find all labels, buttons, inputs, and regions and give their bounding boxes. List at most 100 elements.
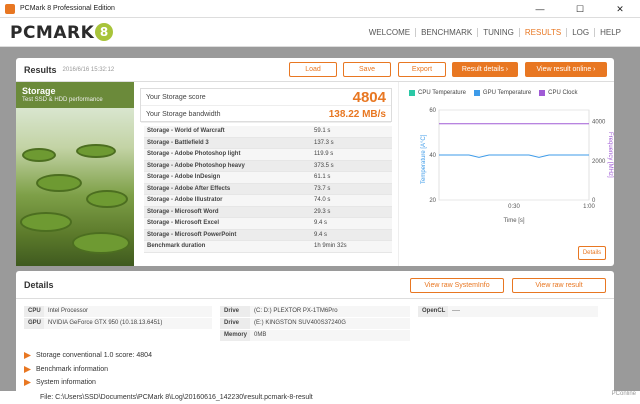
view-raw-result-button[interactable]: View raw result xyxy=(512,278,606,293)
collapsible-benchmark-info[interactable]: Benchmark information xyxy=(24,366,108,373)
results-date: 2016/6/16 15:32:12 xyxy=(62,66,115,73)
nav-help[interactable]: HELP xyxy=(594,28,626,37)
row-value: 9.4 s xyxy=(314,220,328,227)
expand-arrow-icon xyxy=(24,366,31,373)
y-axis-left-label: Temperature [A°C] xyxy=(421,134,427,184)
spec-key: CPU xyxy=(24,306,44,317)
collapsible-system-info[interactable]: System information xyxy=(24,379,96,386)
spec-value: Intel Processor xyxy=(44,306,212,317)
nav-tuning[interactable]: TUNING xyxy=(477,28,519,37)
spec-key: GPU xyxy=(24,318,44,329)
spec-memory: Memory 0MB xyxy=(220,330,410,341)
spec-opencl: OpenCL ---- xyxy=(418,306,598,317)
table-row: Storage - World of Warcraft 59.1 s xyxy=(144,126,392,138)
nav-welcome[interactable]: WELCOME xyxy=(364,28,415,37)
spec-drive-2: Drive (E:) KINGSTON SUV400S37240G xyxy=(220,318,410,329)
collapsible-label: Storage conventional 1.0 score: 4804 xyxy=(36,352,152,359)
nav-results[interactable]: RESULTS xyxy=(518,28,566,37)
spec-key: OpenCL xyxy=(418,306,448,317)
table-row: Storage - Microsoft PowerPoint 9.4 s xyxy=(144,229,392,241)
spec-value: ---- xyxy=(448,306,598,317)
spec-key: Drive xyxy=(220,318,250,329)
storage-bandwidth-value: 138.22 MB/s xyxy=(328,108,386,120)
row-value: 59.1 s xyxy=(314,128,331,135)
spec-value: (E:) KINGSTON SUV400S37240G xyxy=(250,318,410,329)
app-icon xyxy=(5,3,15,14)
y-axis-right-label: Frequency [MHz] xyxy=(607,132,613,178)
export-button[interactable]: Export xyxy=(398,62,446,77)
chart-details-button[interactable]: Details xyxy=(578,246,606,260)
table-row: Storage - Adobe Illustrator 74.0 s xyxy=(144,195,392,207)
row-value: 119.9 s xyxy=(314,151,334,158)
row-label: Storage - Adobe Photoshop heavy xyxy=(147,162,245,169)
logo-badge: 8 xyxy=(95,23,114,41)
x-tick-label: 0:30 xyxy=(508,204,520,210)
row-value: 73.7 s xyxy=(314,185,331,192)
results-title: Results xyxy=(24,64,57,75)
lily-pad xyxy=(76,144,116,158)
result-details-button[interactable]: Result details › xyxy=(452,62,518,77)
storage-bandwidth-label: Your Storage bandwidth xyxy=(146,110,221,118)
app-header: PCMARK 8 WELCOME BENCHMARK TUNING RESULTS… xyxy=(0,18,640,47)
x-tick-label: 1:00 xyxy=(583,204,595,210)
main-nav: WELCOME BENCHMARK TUNING RESULTS LOG HEL… xyxy=(364,18,626,47)
table-row: Benchmark duration 1h 9min 32s xyxy=(144,241,392,253)
nav-log[interactable]: LOG xyxy=(566,28,594,37)
x-axis-label: Time [s] xyxy=(503,218,524,224)
test-subtitle: Test SSD & HDD performance xyxy=(22,97,103,103)
table-row: Storage - Battlefield 3 137.3 s xyxy=(144,137,392,149)
title-bar: PCMark 8 Professional Edition — ☐ ✕ xyxy=(0,0,640,18)
spec-value: NVIDIA GeForce GTX 950 (10.18.13.6451) xyxy=(44,318,212,329)
watermark: PConline xyxy=(611,391,636,397)
nav-benchmark[interactable]: BENCHMARK xyxy=(415,28,477,37)
minimize-button[interactable]: — xyxy=(520,0,560,18)
spec-drive-1: Drive (C: D:) PLEXTOR PX-1TM6Pro xyxy=(220,306,410,317)
close-button[interactable]: ✕ xyxy=(600,0,640,18)
table-row: Storage - Adobe After Effects 73.7 s xyxy=(144,183,392,195)
row-label: Storage - Adobe InDesign xyxy=(147,174,221,181)
spec-key: Drive xyxy=(220,306,250,317)
load-button[interactable]: Load xyxy=(289,62,337,77)
row-label: Storage - Adobe Illustrator xyxy=(147,197,223,204)
lily-pad-image xyxy=(16,108,134,266)
row-label: Storage - Battlefield 3 xyxy=(147,139,209,146)
logo-text: PCMARK xyxy=(10,23,95,43)
collapsible-label: Benchmark information xyxy=(36,366,108,373)
expand-arrow-icon xyxy=(24,379,31,386)
table-row: Storage - Adobe InDesign 61.1 s xyxy=(144,172,392,184)
y-right-tick-label: 4000 xyxy=(592,120,606,126)
window-title: PCMark 8 Professional Edition xyxy=(20,5,115,12)
details-title: Details xyxy=(24,279,54,290)
row-label: Benchmark duration xyxy=(147,243,206,250)
storage-score-value: 4804 xyxy=(352,88,386,106)
row-label: Storage - Microsoft Word xyxy=(147,208,219,215)
expand-arrow-icon xyxy=(24,352,31,359)
test-name: Storage xyxy=(22,86,56,96)
table-row: Storage - Adobe Photoshop light 119.9 s xyxy=(144,149,392,161)
spec-key: Memory xyxy=(220,330,250,341)
save-button[interactable]: Save xyxy=(343,62,391,77)
file-path-bar: File: C:\Users\SSD\Documents\PCMark 8\Lo… xyxy=(0,391,640,404)
row-value: 61.1 s xyxy=(314,174,331,181)
spec-value: 0MB xyxy=(250,330,410,341)
row-value: 9.4 s xyxy=(314,231,328,238)
y-left-tick-label: 60 xyxy=(429,108,436,114)
table-row: Storage - Microsoft Excel 9.4 s xyxy=(144,218,392,230)
lily-pad xyxy=(20,212,72,232)
chart-plot: Temperature [A°C] Frequency [MHz] Time [… xyxy=(421,108,613,224)
row-value: 1h 9min 32s xyxy=(314,243,347,250)
row-value: 29.3 s xyxy=(314,208,331,215)
collapsible-storage-score[interactable]: Storage conventional 1.0 score: 4804 xyxy=(24,352,152,359)
table-row: Storage - Adobe Photoshop heavy 373.5 s xyxy=(144,160,392,172)
lily-pad xyxy=(86,190,128,208)
view-result-online-button[interactable]: View result online › xyxy=(525,62,607,77)
storage-score-label: Your Storage score xyxy=(146,93,206,101)
collapsible-label: System information xyxy=(36,379,96,386)
maximize-button[interactable]: ☐ xyxy=(560,0,600,18)
row-label: Storage - Microsoft Excel xyxy=(147,220,220,227)
monitoring-chart: CPU Temperature GPU Temperature CPU Cloc… xyxy=(398,82,614,266)
view-raw-systeminfo-button[interactable]: View raw SystemInfo xyxy=(410,278,504,293)
subscore-table: Storage - World of Warcraft 59.1 s Storag… xyxy=(144,126,392,253)
spec-value: (C: D:) PLEXTOR PX-1TM6Pro xyxy=(250,306,410,317)
row-label: Storage - Adobe Photoshop light xyxy=(147,151,241,158)
